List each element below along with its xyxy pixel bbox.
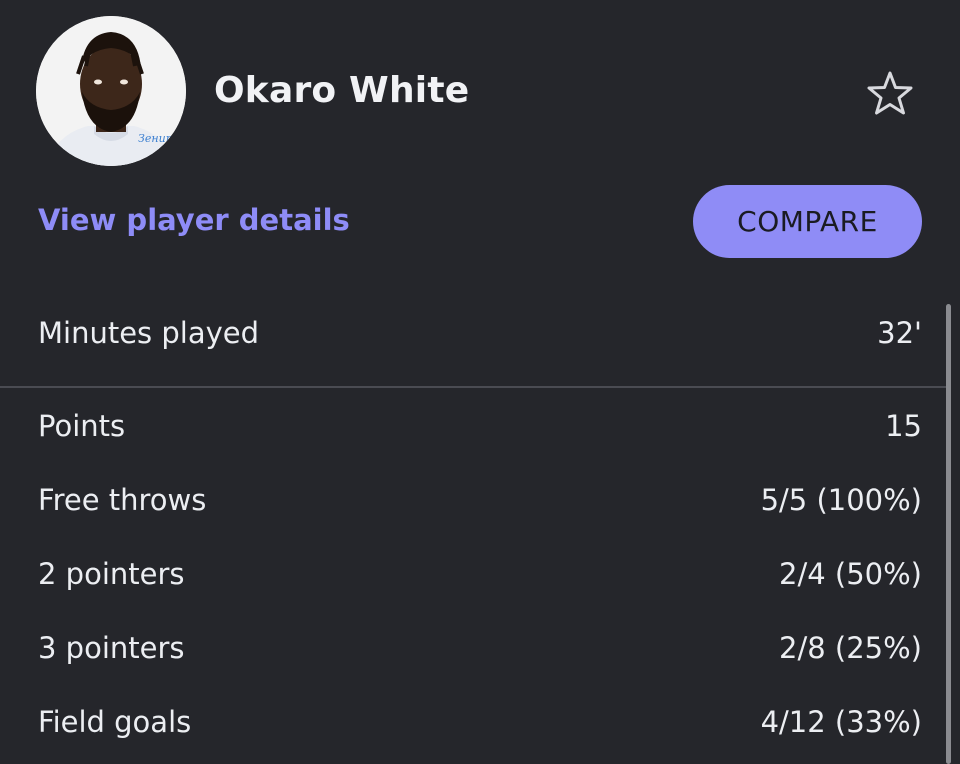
player-avatar: Зенит — [36, 16, 186, 166]
stat-label: Minutes played — [38, 316, 260, 350]
stat-label: Points — [38, 409, 126, 443]
svg-text:Зенит: Зенит — [138, 132, 176, 145]
stat-value: 32' — [877, 316, 922, 350]
stat-row-2-pointers: 2 pointers 2/4 (50%) — [38, 554, 922, 594]
view-player-details-link[interactable]: View player details — [38, 203, 350, 237]
minutes-played-row: Minutes played 32' — [38, 313, 922, 353]
stat-row-3-pointers: 3 pointers 2/8 (25%) — [38, 628, 922, 668]
stat-value: 2/4 (50%) — [779, 557, 922, 591]
compare-button[interactable]: COMPARE — [693, 185, 922, 258]
stat-value: 15 — [885, 409, 922, 443]
divider — [0, 386, 946, 388]
player-photo: Зенит — [36, 16, 186, 166]
stat-row-points: Points 15 — [38, 406, 922, 446]
stat-row-free-throws: Free throws 5/5 (100%) — [38, 480, 922, 520]
stat-value: 5/5 (100%) — [760, 483, 922, 517]
stat-row-field-goals: Field goals 4/12 (33%) — [38, 702, 922, 742]
stat-value: 4/12 (33%) — [760, 705, 922, 739]
stat-value: 2/8 (25%) — [779, 631, 922, 665]
stat-label: Free throws — [38, 483, 207, 517]
stat-label: 2 pointers — [38, 557, 185, 591]
favorite-star-icon[interactable] — [864, 68, 916, 120]
player-name: Okaro White — [214, 70, 470, 111]
scrollbar[interactable] — [946, 304, 951, 764]
stat-label: 3 pointers — [38, 631, 185, 665]
stat-label: Field goals — [38, 705, 192, 739]
